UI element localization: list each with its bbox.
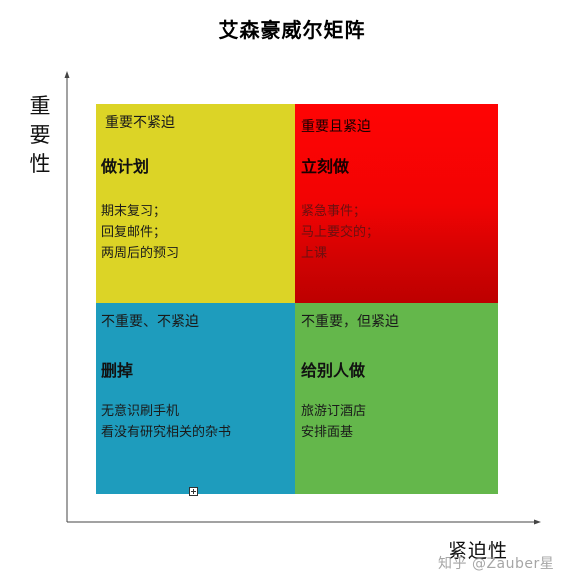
quadrant-category-label: 不重要，但紧迫: [301, 314, 399, 330]
y-axis-label-char: 性: [29, 152, 51, 176]
quadrant-item: 紧急事件；: [301, 204, 367, 219]
quadrant-item: 上课: [301, 246, 328, 261]
quadrant-item-list: 旅游订酒店 安排面基: [301, 401, 366, 443]
quadrant-important-not-urgent[interactable]: 重要不紧迫 做计划 期末复习； 回复邮件； 两周后的预习: [96, 104, 295, 303]
y-axis-arrow-icon: [64, 71, 70, 78]
x-axis-arrow-icon: [534, 519, 541, 525]
quadrant-item-list: 紧急事件； 马上要交的； 上课: [301, 201, 379, 264]
quadrant-item: 两周后的预习: [101, 246, 180, 261]
quadrant-item: 回复邮件；: [101, 225, 167, 240]
y-axis-label: 重 要 性: [28, 92, 52, 179]
watermark: 知乎 @Zauber星: [438, 556, 555, 572]
quadrant-item-list: 期末复习； 回复邮件； 两周后的预习: [101, 201, 179, 264]
quadrant-action-heading: 删掉: [101, 361, 134, 380]
quadrant-action-heading: 做计划: [101, 157, 150, 176]
quadrant-item: 期末复习；: [101, 204, 167, 219]
quadrant-item-list: 无意识刷手机 看没有研究相关的杂书: [101, 401, 231, 443]
quadrant-action-heading: 立刻做: [301, 157, 350, 176]
quadrant-category-label: 重要不紧迫: [105, 115, 175, 131]
quadrant-not-important-not-urgent[interactable]: 不重要、不紧迫 删掉 无意识刷手机 看没有研究相关的杂书: [96, 303, 295, 494]
eisenhower-matrix-grid: 重要不紧迫 做计划 期末复习； 回复邮件； 两周后的预习 重要且紧迫 立刻做 紧…: [96, 104, 498, 494]
quadrant-item: 安排面基: [301, 425, 354, 440]
quadrant-category-label: 重要且紧迫: [301, 119, 371, 135]
quadrant-action-heading: 给别人做: [301, 361, 366, 380]
y-axis-label-char: 重: [29, 94, 51, 118]
y-axis-label-char: 要: [29, 123, 51, 147]
table-move-handle-icon[interactable]: [189, 487, 198, 496]
quadrant-not-important-urgent[interactable]: 不重要，但紧迫 给别人做 旅游订酒店 安排面基: [295, 303, 498, 494]
quadrant-important-urgent[interactable]: 重要且紧迫 立刻做 紧急事件； 马上要交的； 上课: [295, 104, 498, 303]
quadrant-category-label: 不重要、不紧迫: [101, 314, 199, 330]
quadrant-item: 马上要交的；: [301, 225, 380, 240]
quadrant-item: 旅游订酒店: [301, 404, 367, 419]
quadrant-item: 看没有研究相关的杂书: [101, 425, 232, 440]
quadrant-item: 无意识刷手机: [101, 404, 180, 419]
